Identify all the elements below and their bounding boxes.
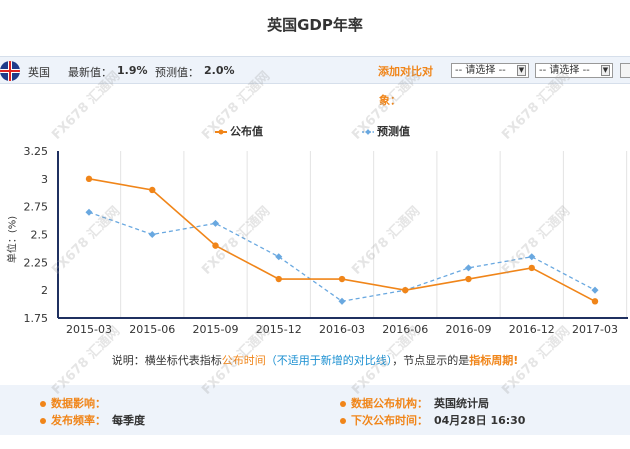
x-tick-label: 2017-03 — [572, 323, 618, 336]
bullet-icon — [340, 401, 346, 407]
note-part-6: ! — [513, 354, 519, 367]
published-point — [528, 264, 535, 272]
note-part-2: 公布时间 — [221, 354, 266, 367]
note-part-1: 说明：横坐标代表指标 — [111, 354, 222, 367]
y-tick-label: 2 — [41, 284, 48, 297]
forecast-point — [591, 286, 599, 294]
x-tick-label: 2015-09 — [193, 323, 239, 336]
y-axis-label: 单位：(%) — [7, 215, 19, 264]
frequency-row: 发布频率： 每季度 — [40, 412, 145, 428]
forecast-point — [148, 230, 156, 239]
chart-axes — [57, 151, 628, 319]
info-panel: 数据影响： 发布频率： 每季度 数据公布机构： 英国统计局 下次公布时间： 04月28… — [0, 385, 630, 435]
impact-row: 数据影响： — [40, 395, 112, 411]
x-tick-label: 2015-03 — [66, 323, 112, 336]
published-point — [149, 186, 156, 194]
published-point — [402, 286, 409, 294]
forecast-line — [88, 211, 596, 302]
impact-label: 数据影响： — [51, 397, 106, 410]
note-part-5: 指标周期 — [469, 354, 514, 367]
chart-series — [85, 175, 599, 305]
line-chart: 2015-03 2015-06 2015-09 2015-12 2016-03 2016-… — [24, 145, 628, 336]
x-tick-label: 2015-06 — [129, 323, 175, 336]
y-tick-label: 2.75 — [24, 201, 49, 214]
note-part-4: ，节点显示的是 — [392, 354, 470, 367]
published-point — [338, 275, 346, 283]
y-tick-label: 2.25 — [24, 256, 49, 269]
forecast-point — [528, 253, 536, 261]
next-release-row: 下次公布时间： 04月28日 16:30 — [340, 412, 525, 428]
chart-note: 说明：横坐标代表指标公布时间（不适用于新增的对比线），节点显示的是指标周期! — [0, 352, 630, 368]
published-point — [85, 175, 93, 183]
x-tick-labels: 2015-03 2015-06 2015-09 2015-12 2016-03 2016-… — [66, 323, 618, 336]
agency-label: 数据公布机构： — [351, 397, 428, 410]
forecast-point — [211, 219, 220, 227]
agency-row: 数据公布机构： 英国统计局 — [340, 395, 489, 411]
y-tick-labels: 3.25 3 2.75 2.5 2.25 2 1.75 — [24, 145, 49, 325]
y-tick-label: 3.25 — [24, 145, 49, 158]
bullet-icon — [40, 418, 46, 424]
x-tick-label: 2016-12 — [509, 323, 555, 336]
bullet-icon — [340, 418, 346, 424]
chart-grid — [120, 151, 628, 318]
x-tick-label: 2016-03 — [319, 323, 365, 336]
published-line — [88, 178, 596, 303]
forecast-point — [464, 264, 473, 272]
y-tick-label: 2.5 — [31, 229, 49, 242]
bullet-icon — [40, 401, 46, 407]
frequency-label: 发布频率： — [51, 414, 106, 427]
published-point — [591, 298, 599, 305]
y-tick-label: 1.75 — [24, 312, 49, 325]
note-part-3: （不适用于新增的对比线） — [265, 354, 393, 367]
next-release-label: 下次公布时间： — [351, 414, 428, 427]
x-tick-label: 2016-09 — [446, 323, 492, 336]
frequency-value: 每季度 — [112, 414, 145, 427]
next-release-value: 04月28日 16:30 — [434, 414, 526, 427]
x-tick-label: 2015-12 — [256, 323, 302, 336]
forecast-point — [85, 208, 93, 216]
y-tick-label: 3 — [41, 173, 48, 186]
published-point — [275, 275, 282, 283]
published-point — [212, 242, 219, 249]
published-point — [465, 275, 472, 283]
agency-value: 英国统计局 — [434, 397, 489, 410]
x-tick-label: 2016-06 — [382, 323, 428, 336]
